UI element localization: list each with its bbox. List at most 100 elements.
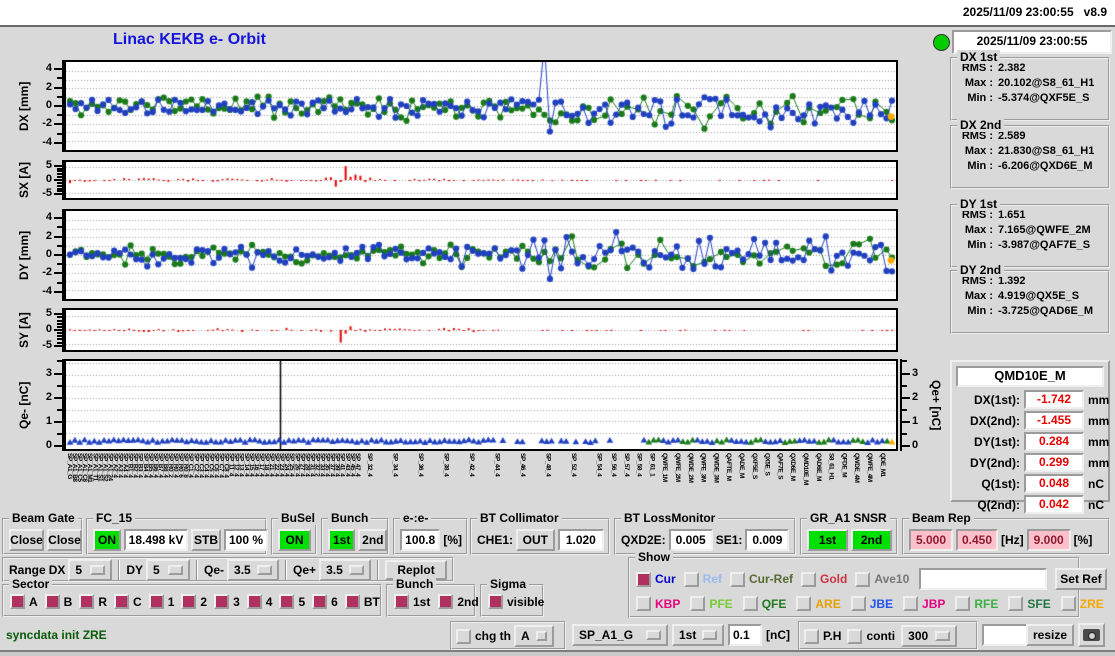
monitor-row-unit: mm	[1088, 456, 1109, 470]
tick-mark	[902, 397, 910, 399]
show-checkbox-are[interactable]: ARE	[796, 596, 840, 611]
fc15-group: FC_15 ON 18.498 kV STB 100 %	[86, 518, 267, 555]
checkbox-indicator	[851, 596, 866, 611]
tick-mark	[54, 165, 62, 167]
group-label: BT Collimator	[477, 511, 562, 525]
tick-label: 4	[30, 211, 52, 223]
sigma-visible-checkbox[interactable]: visible	[488, 594, 544, 609]
beam-gate-close-2-button[interactable]: Close	[47, 529, 82, 551]
bunch-2nd-button[interactable]: 2nd	[358, 529, 387, 551]
stat-key: Max :	[956, 77, 993, 89]
sector-checkbox-c[interactable]: C	[114, 594, 142, 609]
tick-mark	[57, 360, 62, 362]
tick-mark	[57, 433, 62, 435]
checkbox-indicator	[796, 596, 811, 611]
che1-out-button[interactable]: OUT	[516, 529, 555, 551]
sp-monitor-dropdown[interactable]: SP_A1_G	[572, 624, 668, 646]
checkbox-label: 5	[298, 595, 305, 609]
monitor-row: Q(1st):0.048nC	[956, 474, 1104, 493]
conti-checkbox[interactable]: conti	[847, 629, 895, 644]
tick-mark	[902, 409, 907, 411]
sector-checkbox-2[interactable]: 2	[181, 594, 207, 609]
set-ref-button[interactable]: Set Ref	[1055, 568, 1106, 590]
monitor-row-unit: mm	[1088, 393, 1109, 407]
threshold-input[interactable]	[728, 624, 762, 646]
sector-checkbox-5[interactable]: 5	[279, 594, 305, 609]
tick-mark	[57, 338, 62, 340]
fc15-on-button[interactable]: ON	[93, 529, 121, 551]
sector-checkbox-4[interactable]: 4	[247, 594, 273, 609]
range-qe-plus-dropdown[interactable]: 3.5	[319, 559, 371, 581]
show-checkbox-rfe[interactable]: RFE	[955, 596, 998, 611]
sector-checkbox-bt[interactable]: BT	[345, 594, 380, 609]
tick-mark	[57, 342, 62, 344]
show-checkbox-ave10[interactable]: Ave10	[855, 572, 909, 587]
bunch-checkbox-1st[interactable]: 1st	[394, 594, 430, 609]
th-select-dropdown[interactable]: A	[514, 625, 554, 647]
fc15-stb-button[interactable]: STB	[191, 529, 221, 551]
group-label: e-:e-	[400, 511, 431, 525]
bunch-sel-dropdown[interactable]: 1st	[672, 624, 724, 646]
sector-checkbox-b[interactable]: B	[45, 594, 73, 609]
bunch-checkbox-2nd[interactable]: 2nd	[438, 594, 478, 609]
group-label: Beam Gate	[9, 511, 78, 525]
checkbox-indicator	[1008, 596, 1023, 611]
show-checkbox-gold[interactable]: Gold	[801, 572, 847, 587]
show-checkbox-zre[interactable]: ZRE	[1061, 596, 1104, 611]
range-qe-minus-dropdown[interactable]: 3.5	[227, 559, 279, 581]
x-axis-label: QFDE_M	[840, 453, 847, 477]
tick-label: -5	[30, 339, 52, 351]
range-dx-dropdown[interactable]: 5	[68, 559, 112, 581]
monitor-row: DY(1st):0.284mm	[956, 432, 1104, 451]
che1-label: CHE1:	[477, 533, 513, 547]
tick-mark	[54, 87, 62, 89]
sector-checkbox-3[interactable]: 3	[214, 594, 240, 609]
sector-checkbox-1[interactable]: 1	[149, 594, 175, 609]
show-checkbox-ref[interactable]: Ref	[684, 572, 722, 587]
tick-mark	[902, 421, 910, 423]
tick-mark	[57, 114, 62, 116]
monitor-row: DX(1st):-1.742mm	[956, 390, 1104, 409]
show-checkbox-kbp[interactable]: KBP	[636, 596, 680, 611]
stat-key: Min :	[956, 92, 993, 104]
checkbox-indicator	[955, 596, 970, 611]
resize-button[interactable]: resize	[1026, 624, 1074, 646]
ph-checkbox[interactable]: P.H	[804, 629, 841, 644]
show-checkbox-jbe[interactable]: JBE	[851, 596, 893, 611]
stat-value: -6.206@QXD6E_M	[998, 160, 1093, 172]
show-checkbox-pfe[interactable]: PFE	[690, 596, 732, 611]
x-axis-label: QWFE_3M	[700, 453, 707, 482]
tick-mark	[902, 445, 910, 447]
count-dropdown[interactable]: 300	[901, 625, 957, 647]
tick-label: -2	[30, 117, 52, 129]
show-checkbox-jbp[interactable]: JBP	[903, 596, 945, 611]
tick-mark	[57, 168, 62, 170]
screenshot-button[interactable]	[1078, 623, 1105, 647]
sector-checkbox-a[interactable]: A	[10, 594, 38, 609]
checkbox-indicator	[45, 594, 60, 609]
tick-label: 0	[912, 439, 934, 451]
show-checkbox-sfe[interactable]: SFE	[1008, 596, 1050, 611]
monitor-row-value: -1.455	[1024, 411, 1084, 430]
stat-key: Max :	[956, 145, 993, 157]
x-axis-label: SP_57_4	[623, 453, 630, 476]
bt-collimator-group: BT Collimator CHE1: OUT 1.020	[470, 518, 610, 555]
chg-th-checkbox[interactable]: chg th	[456, 629, 511, 644]
snsr-2nd-button[interactable]: 2nd	[851, 529, 892, 551]
monitor-row-label: DY(1st):	[956, 435, 1020, 449]
busel-on-button[interactable]: ON	[278, 529, 311, 551]
bunch-1st-button[interactable]: 1st	[328, 529, 355, 551]
sector-checkbox-r[interactable]: R	[79, 594, 107, 609]
tick-mark	[54, 345, 62, 347]
beam-gate-close-1-button[interactable]: Close	[9, 529, 44, 551]
ref-name-input[interactable]	[919, 568, 1047, 590]
sector-checkbox-6[interactable]: 6	[312, 594, 338, 609]
stat-box-dy-2nd: DY 2nd RMS :1.392 Max :4.919@QX5E_S Min …	[950, 270, 1110, 334]
snsr-1st-button[interactable]: 1st	[807, 529, 848, 551]
range-dy-dropdown[interactable]: 5	[146, 559, 190, 581]
checkbox-label: 3	[233, 595, 240, 609]
show-checkbox-cur-ref[interactable]: Cur-Ref	[730, 572, 793, 587]
show-checkbox-qfe[interactable]: QFE	[743, 596, 787, 611]
group-label: BT LossMonitor	[621, 511, 718, 525]
show-checkbox-cur[interactable]: Cur	[636, 572, 676, 587]
